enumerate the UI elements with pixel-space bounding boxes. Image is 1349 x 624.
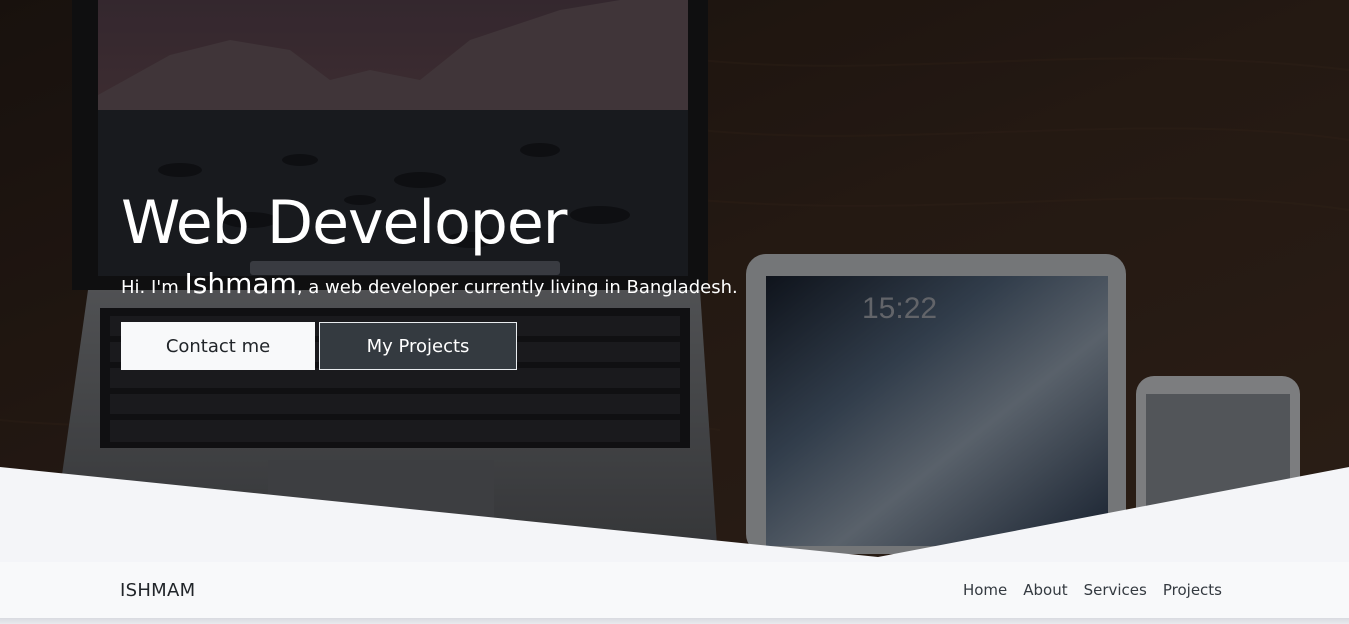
navbar-shadow [0, 618, 1349, 624]
greeting-prefix: Hi. I'm [121, 277, 185, 298]
greeting-suffix: , a web developer currently living in Ba… [296, 277, 738, 298]
my-projects-button[interactable]: My Projects [319, 322, 517, 370]
hero-name: Ishmam [184, 267, 297, 300]
nav-link-services[interactable]: Services [1084, 581, 1147, 599]
hero-text-block: Web Developer Hi. I'm Ishmam, a web deve… [121, 190, 738, 300]
hero-buttons: Contact me My Projects [121, 322, 517, 370]
nav-link-home[interactable]: Home [963, 581, 1007, 599]
navbar: ISHMAM Home About Services Projects [0, 562, 1349, 618]
contact-me-button[interactable]: Contact me [121, 322, 315, 370]
nav-link-about[interactable]: About [1023, 581, 1067, 599]
hero-subtitle: Hi. I'm Ishmam, a web developer currentl… [121, 270, 738, 300]
hero-title: Web Developer [121, 188, 567, 258]
nav-links: Home About Services Projects [963, 581, 1222, 599]
hero-section: 15:22 Web Developer Hi. I'm Ishmam, a we… [0, 0, 1349, 560]
nav-link-projects[interactable]: Projects [1163, 581, 1222, 599]
navbar-brand[interactable]: ISHMAM [120, 580, 195, 601]
